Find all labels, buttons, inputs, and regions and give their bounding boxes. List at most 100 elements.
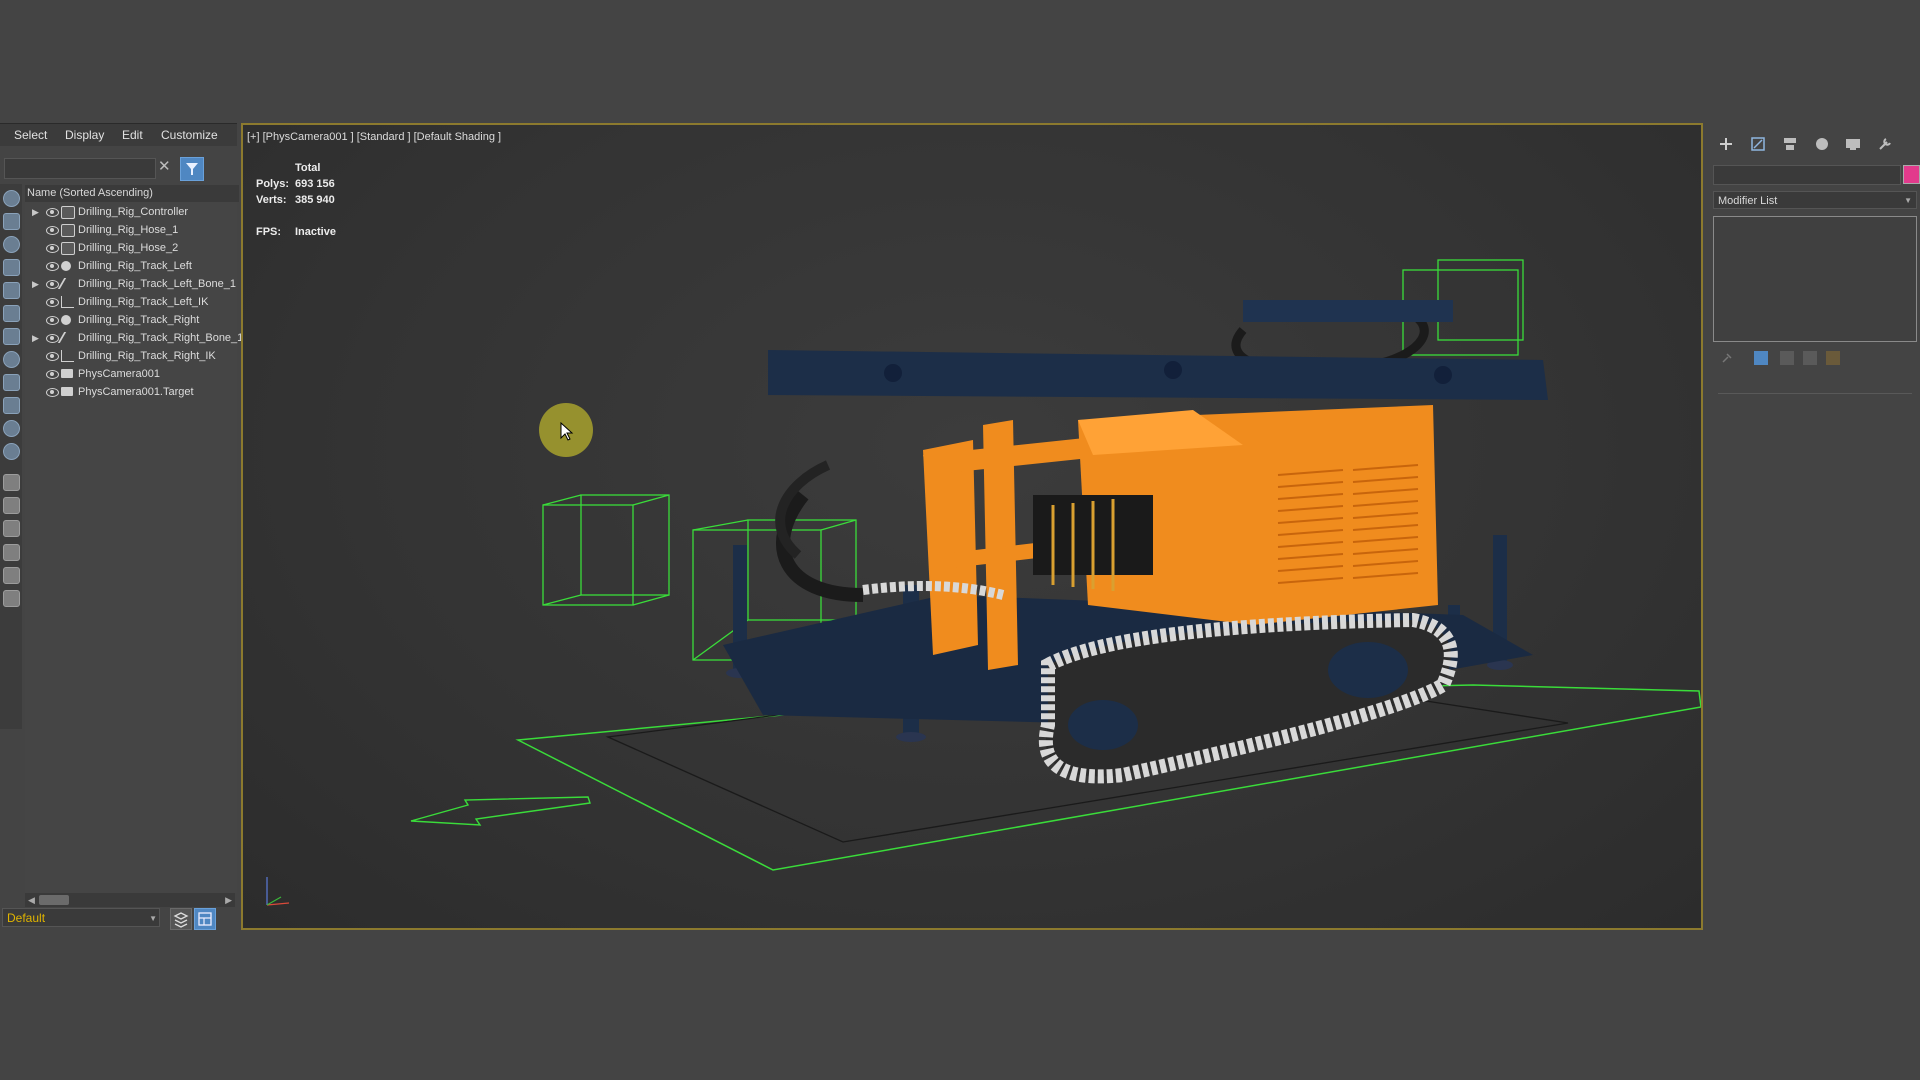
chevron-down-icon: ▼ (1904, 196, 1912, 205)
explorer-menubar: Select Display Edit Customize (0, 123, 237, 146)
display-geometry-icon[interactable] (3, 190, 20, 207)
controller-icon (61, 206, 75, 219)
list-item[interactable]: Drilling_Rig_Track_Right_IK (25, 347, 237, 365)
visibility-eye-icon[interactable] (46, 352, 59, 361)
create-icon[interactable] (1718, 136, 1734, 152)
visibility-eye-icon[interactable] (46, 370, 59, 379)
object-name-field[interactable] (1713, 165, 1901, 185)
scrollbar-thumb[interactable] (39, 895, 69, 905)
visibility-eye-icon[interactable] (46, 244, 59, 253)
horizontal-scrollbar[interactable]: ◀ ▶ (25, 893, 235, 907)
direction-arrow-icon (410, 796, 591, 826)
modifier-list-dropdown[interactable]: Modifier List ▼ (1713, 191, 1917, 209)
display-particles-icon[interactable] (3, 420, 20, 437)
search-input[interactable] (4, 158, 156, 179)
clear-search-icon[interactable]: ✕ (158, 157, 171, 175)
bone-icon (57, 332, 73, 343)
display-helpers-icon[interactable] (3, 282, 20, 299)
scroll-right-icon[interactable]: ▶ (225, 893, 232, 907)
list-item[interactable]: Drilling_Rig_Hose_1 (25, 221, 237, 239)
display-spacewarps-icon[interactable] (3, 305, 20, 322)
list-item[interactable]: ▶ Drilling_Rig_Track_Left_Bone_1 (25, 275, 237, 293)
filter-funnel-icon[interactable] (3, 544, 20, 561)
display-shapes-icon[interactable] (3, 213, 20, 230)
modify-icon[interactable] (1750, 136, 1766, 152)
object-color-swatch[interactable] (1903, 165, 1920, 184)
camera-icon (61, 369, 73, 378)
visibility-eye-icon[interactable] (46, 208, 59, 217)
bone-icon (57, 278, 73, 289)
menu-select[interactable]: Select (14, 128, 47, 142)
remove-modifier-icon[interactable] (1803, 351, 1817, 365)
display-containers-icon[interactable] (3, 397, 20, 414)
object-name: Drilling_Rig_Track_Left (78, 260, 192, 272)
display-icon[interactable] (1845, 136, 1861, 152)
menu-edit[interactable]: Edit (122, 128, 143, 142)
object-name: Drilling_Rig_Track_Left_Bone_1 (78, 278, 236, 290)
expand-arrow-icon[interactable]: ▶ (32, 275, 39, 293)
axis-gizmo-icon (266, 877, 290, 906)
show-end-result-icon[interactable] (1754, 351, 1768, 365)
menu-customize[interactable]: Customize (161, 128, 218, 142)
filter-selected-icon[interactable] (3, 567, 20, 584)
display-cameras-icon[interactable] (3, 259, 20, 276)
scene-explorer-mode-icon[interactable] (194, 908, 216, 930)
column-header-name[interactable]: Name (Sorted Ascending) (25, 185, 239, 202)
object-name: Drilling_Rig_Track_Right_Bone_1 (78, 332, 244, 344)
visibility-eye-icon[interactable] (46, 316, 59, 325)
list-item[interactable]: Drilling_Rig_Track_Left_IK (25, 293, 237, 311)
hierarchy-icon[interactable] (1782, 136, 1798, 152)
object-name: PhysCamera001 (78, 368, 160, 380)
visibility-eye-icon[interactable] (46, 262, 59, 271)
motion-icon[interactable] (1814, 136, 1830, 152)
ik-icon (61, 296, 74, 308)
display-hidden-icon[interactable] (3, 443, 20, 460)
expand-arrow-icon[interactable]: ▶ (32, 203, 39, 221)
ik-icon (61, 350, 74, 362)
list-item[interactable]: PhysCamera001.Target (25, 383, 237, 401)
display-all-icon[interactable] (3, 474, 20, 491)
layer-explorer-icon[interactable] (3, 590, 20, 607)
list-item[interactable]: ▶ Drilling_Rig_Controller (25, 203, 237, 221)
modifier-stack[interactable] (1713, 216, 1917, 342)
camera-viewport[interactable]: [+] [PhysCamera001 ] [Standard ] [Defaul… (241, 123, 1703, 930)
object-name: Drilling_Rig_Controller (78, 206, 189, 218)
configure-modifier-sets-icon[interactable] (1826, 351, 1840, 365)
list-item[interactable]: ▶ Drilling_Rig_Track_Right_Bone_1 (25, 329, 243, 347)
controller-icon (61, 242, 75, 255)
visibility-eye-icon[interactable] (46, 298, 59, 307)
chevron-down-icon: ▼ (149, 914, 157, 923)
visibility-eye-icon[interactable] (46, 388, 59, 397)
pin-stack-icon[interactable] (1720, 351, 1734, 365)
layers-icon[interactable] (170, 908, 192, 930)
visibility-eye-icon[interactable] (46, 226, 59, 235)
filter-icon (186, 163, 198, 175)
modifier-list-label: Modifier List (1718, 195, 1778, 207)
list-item[interactable]: PhysCamera001 (25, 365, 237, 383)
display-xrefs-icon[interactable] (3, 351, 20, 368)
object-list: Name (Sorted Ascending) ▶ Drilling_Rig_C… (25, 185, 243, 893)
layer-dropdown[interactable]: Default ▼ (2, 908, 160, 927)
expand-arrow-icon[interactable]: ▶ (32, 329, 39, 347)
object-name: Drilling_Rig_Track_Right (78, 314, 200, 326)
menu-display[interactable]: Display (65, 128, 104, 142)
list-item[interactable]: Drilling_Rig_Hose_2 (25, 239, 237, 257)
make-unique-icon[interactable] (1780, 351, 1794, 365)
display-bones-icon[interactable] (3, 374, 20, 391)
display-invert-icon[interactable] (3, 520, 20, 537)
layer-name: Default (7, 911, 46, 925)
display-groups-icon[interactable] (3, 328, 20, 345)
display-lights-icon[interactable] (3, 236, 20, 253)
object-name: PhysCamera001.Target (78, 386, 194, 398)
scene-explorer: Select Display Edit Customize ✕ Name (So… (0, 123, 243, 930)
helper-box-1 (542, 494, 670, 606)
list-item[interactable]: Drilling_Rig_Track_Left (25, 257, 237, 275)
object-name: Drilling_Rig_Hose_2 (78, 242, 179, 254)
scroll-left-icon[interactable]: ◀ (28, 893, 35, 907)
utilities-icon[interactable] (1877, 136, 1893, 152)
filter-button[interactable] (180, 157, 204, 181)
list-item[interactable]: Drilling_Rig_Track_Right (25, 311, 237, 329)
hose (776, 490, 864, 602)
drilling-rig-scene[interactable] (243, 125, 1701, 928)
display-none-icon[interactable] (3, 497, 20, 514)
